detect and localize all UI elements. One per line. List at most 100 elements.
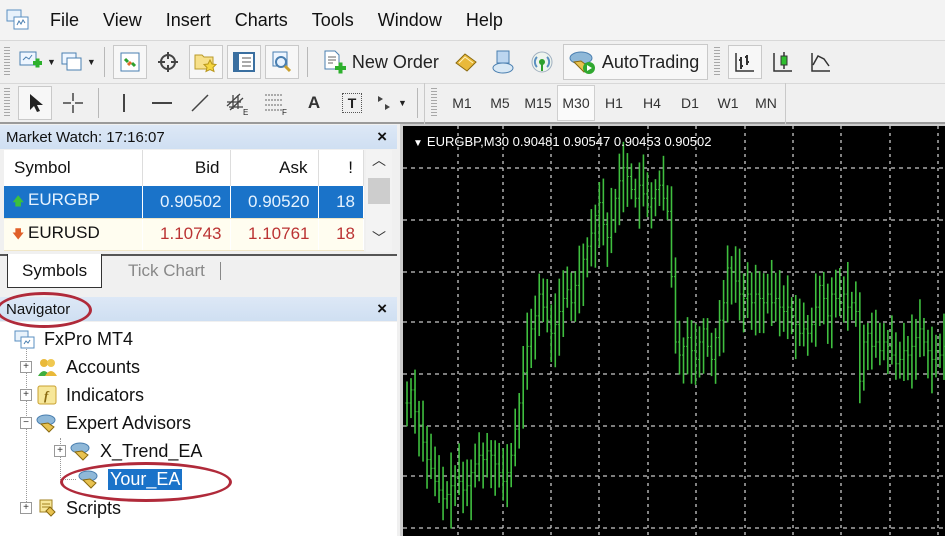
vertical-line-tool[interactable]	[107, 86, 141, 120]
equidistant-channel-tool[interactable]: E	[221, 86, 255, 120]
tree-node-your-ea[interactable]: Your_EA	[78, 466, 183, 492]
tree-node-expert-advisors[interactable]: − Expert Advisors	[20, 410, 191, 436]
menu-view[interactable]: View	[93, 10, 156, 31]
line-chart-button[interactable]	[804, 45, 838, 79]
toolbar-grip[interactable]	[4, 88, 10, 118]
menu-file[interactable]: File	[40, 10, 93, 31]
navigator-title-bar[interactable]: Navigator ×	[0, 297, 397, 321]
text-label-tool[interactable]: T	[335, 86, 369, 120]
market-watch-scrollbar[interactable]: ︿ ﹀	[366, 150, 392, 252]
timeframe-m15[interactable]: M15	[519, 85, 557, 121]
menu-help[interactable]: Help	[456, 10, 517, 31]
timeframe-m1[interactable]: M1	[443, 85, 481, 121]
svg-text:E: E	[243, 108, 248, 116]
trendline-tool[interactable]	[183, 86, 217, 120]
timeframe-m5[interactable]: M5	[481, 85, 519, 121]
column-header-spread[interactable]: !	[318, 150, 364, 186]
text-tool[interactable]: A	[297, 86, 331, 120]
market-watch-button[interactable]	[112, 45, 147, 79]
candlestick-button[interactable]	[766, 45, 800, 79]
ohlc-bar	[886, 329, 890, 375]
market-watch-title: Market Watch: 17:16:07	[6, 128, 165, 146]
chart-window[interactable]: ▼ EURGBP,M30 0.90481 0.90547 0.90453 0.90…	[400, 124, 945, 536]
expand-icon[interactable]: +	[20, 389, 32, 401]
ohlc-bar	[754, 264, 758, 336]
expand-icon[interactable]: +	[20, 361, 32, 373]
ohlc-bar	[549, 304, 553, 363]
column-header-symbol[interactable]: Symbol	[4, 150, 143, 186]
horizontal-line-tool[interactable]	[145, 86, 179, 120]
tab-symbols[interactable]: Symbols	[7, 254, 103, 288]
timeframe-m30[interactable]: M30	[557, 85, 595, 121]
column-header-ask[interactable]: Ask	[230, 150, 319, 186]
ohlc-bar	[497, 442, 501, 488]
cursor-tool[interactable]	[18, 86, 52, 120]
tree-node-scripts[interactable]: + Scripts	[20, 495, 121, 521]
terminal-button[interactable]	[226, 45, 261, 79]
table-row[interactable]: 🡅 EURGBP 0.90502 0.90520 18	[4, 186, 364, 219]
timeframe-d1[interactable]: D1	[671, 85, 709, 121]
profiles-button[interactable]: ▼	[60, 45, 96, 79]
chevron-down-icon[interactable]: ﹀	[366, 228, 392, 252]
toolbar-separator	[417, 88, 418, 118]
expand-icon[interactable]: +	[54, 445, 66, 457]
arrows-tool[interactable]: ▼	[373, 86, 407, 120]
autotrading-button[interactable]: AutoTrading	[562, 44, 709, 80]
svg-text:F: F	[282, 108, 287, 116]
menu-insert[interactable]: Insert	[156, 10, 225, 31]
chart-menu-triangle-icon[interactable]: ▼	[413, 138, 423, 149]
tree-node-indicators[interactable]: + f Indicators	[20, 382, 144, 408]
close-icon[interactable]: ×	[377, 299, 387, 319]
table-row[interactable]: 🡇 EURUSD 1.10743 1.10761 18	[4, 218, 364, 251]
ohlc-bar	[718, 300, 722, 357]
price-chart[interactable]	[403, 126, 945, 536]
menu-charts[interactable]: Charts	[225, 10, 302, 31]
collapse-icon[interactable]: −	[20, 417, 32, 429]
metaeditor-button[interactable]	[449, 45, 483, 79]
ohlc-bar	[914, 318, 918, 380]
timeframe-h4[interactable]: H4	[633, 85, 671, 121]
navigator-button[interactable]	[188, 45, 223, 79]
crosshair-tool[interactable]	[56, 86, 90, 120]
ohlc-bar	[858, 292, 862, 404]
tree-node-accounts[interactable]: + Accounts	[20, 354, 140, 380]
timeframe-w1[interactable]: W1	[709, 85, 747, 121]
ask-cell: 0.90520	[230, 186, 319, 219]
ohlc-bar	[537, 273, 541, 337]
signals-button[interactable]	[525, 45, 559, 79]
ohlc-bar	[810, 307, 814, 343]
toolbar-grip[interactable]	[714, 47, 721, 77]
close-icon[interactable]: ×	[377, 127, 387, 147]
tree-node-x-trend-ea[interactable]: + X_Trend_EA	[54, 438, 202, 464]
toolbar-grip[interactable]	[431, 88, 437, 118]
tree-label: FxPro MT4	[44, 328, 134, 349]
expand-icon[interactable]: +	[20, 502, 32, 514]
fibonacci-tool[interactable]: F	[259, 86, 293, 120]
menu-tools[interactable]: Tools	[302, 10, 368, 31]
market-watch-title-bar[interactable]: Market Watch: 17:16:07 ×	[0, 125, 397, 149]
scrollbar-thumb[interactable]	[368, 178, 390, 204]
tab-tick-chart[interactable]: Tick Chart	[114, 254, 221, 288]
timeframe-mn[interactable]: MN	[747, 85, 785, 121]
ohlc-bar	[910, 314, 914, 389]
strategy-tester-button[interactable]	[264, 45, 299, 79]
new-order-button[interactable]: New Order	[316, 45, 445, 79]
ohlc-bar	[834, 269, 838, 318]
new-chart-button[interactable]: ▼	[18, 45, 56, 79]
column-header-bid[interactable]: Bid	[142, 150, 231, 186]
chevron-up-icon[interactable]: ︿	[366, 150, 392, 174]
ohlc-bar	[786, 275, 790, 340]
toolbar-grip[interactable]	[4, 47, 10, 77]
timeframe-h1[interactable]: H1	[595, 85, 633, 121]
ohlc-bar	[509, 442, 513, 488]
ohlc-bar	[722, 279, 726, 353]
data-window-button[interactable]	[151, 45, 185, 79]
menu-window[interactable]: Window	[368, 10, 456, 31]
ohlc-bar	[425, 426, 429, 489]
bar-chart-button[interactable]	[728, 45, 763, 79]
expert-advisor-icon	[78, 470, 98, 489]
fibonacci-icon: F	[265, 94, 287, 116]
tree-node-root[interactable]: FxPro MT4	[14, 326, 133, 352]
autotrading-label: AutoTrading	[601, 51, 700, 72]
market-button[interactable]	[487, 45, 521, 79]
